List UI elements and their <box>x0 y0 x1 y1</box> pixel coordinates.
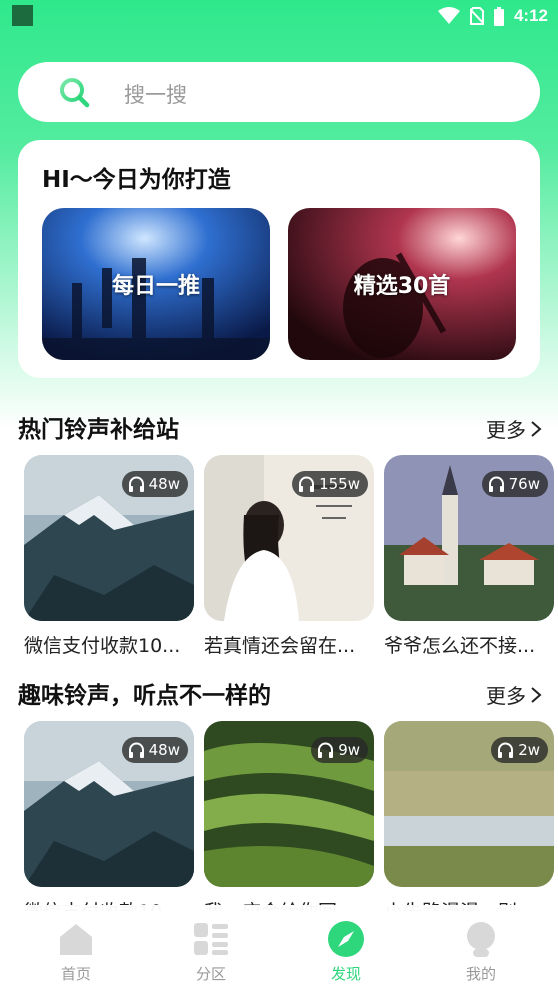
ringtone-card[interactable]: 48w 微信支付收款10... <box>24 455 194 658</box>
play-count: 9w <box>338 741 360 759</box>
more-link-hot[interactable]: 更多 <box>486 414 542 443</box>
headphones-icon <box>318 742 334 758</box>
headphones-icon <box>488 476 504 492</box>
ringtone-card[interactable]: 2w 小朱路漫漫，别... <box>384 721 554 911</box>
more-label: 更多 <box>486 684 526 708</box>
fun-ringtone-row: 48w 微信支付收款10... 9w 我，应会给你回... <box>24 721 558 911</box>
headphones-icon <box>128 742 144 758</box>
selected-30-label: 精选30首 <box>353 274 451 299</box>
headphones-icon <box>299 476 315 492</box>
home-icon <box>60 924 92 955</box>
nav-category[interactable]: 分区 <box>166 919 256 984</box>
search-input[interactable]: 搜一搜 <box>18 62 540 122</box>
play-count: 48w <box>148 741 180 759</box>
nav-label: 分区 <box>195 965 226 983</box>
play-count: 48w <box>148 475 180 493</box>
search-icon <box>60 78 90 108</box>
more-link-fun[interactable]: 更多 <box>486 680 542 709</box>
play-count: 155w <box>319 475 360 493</box>
chevron-right-icon <box>531 420 542 437</box>
more-label: 更多 <box>486 418 526 442</box>
nav-label: 发现 <box>330 965 361 983</box>
category-icon <box>194 923 228 955</box>
ringtone-card[interactable]: 48w 微信支付收款10... <box>24 721 194 911</box>
notification-icon <box>12 5 33 26</box>
nav-home[interactable]: 首页 <box>31 919 121 984</box>
play-count-badge: 48w <box>121 737 188 763</box>
headphones-icon <box>498 742 514 758</box>
daily-pick-label: 每日一推 <box>111 274 200 299</box>
section-title-fun: 趣味铃声，听点不一样的 <box>18 683 271 709</box>
ringtone-name: 微信支付收款10... <box>24 635 181 657</box>
ringtone-name: 若真情还会留在... <box>204 635 356 657</box>
profile-icon <box>467 922 495 957</box>
status-time: 4:12 <box>513 6 548 25</box>
nav-label: 首页 <box>60 965 91 983</box>
play-count: 2w <box>518 741 540 759</box>
no-sim-icon <box>469 7 484 25</box>
search-placeholder: 搜一搜 <box>124 83 187 107</box>
ringtone-card[interactable]: 9w 我，应会给你回... <box>204 721 374 911</box>
daily-title: HI～今日为你打造 <box>42 167 231 193</box>
chevron-right-icon <box>531 686 542 703</box>
selected-30-tile[interactable]: 精选30首 <box>288 208 516 360</box>
play-count-badge: 76w <box>481 471 548 497</box>
nav-label: 我的 <box>465 965 496 983</box>
battery-icon <box>493 6 504 26</box>
play-count-badge: 9w <box>311 737 368 763</box>
status-bar: 4:12 <box>0 0 558 32</box>
nav-discover[interactable]: 发现 <box>301 919 391 984</box>
play-count-badge: 155w <box>292 471 368 497</box>
hot-ringtone-row: 48w 微信支付收款10... 155w 若真情还会留在... 76w 爷爷怎么… <box>24 455 558 665</box>
play-count-badge: 2w <box>491 737 548 763</box>
daily-pick-tile[interactable]: 每日一推 <box>42 208 270 360</box>
section-title-hot: 热门铃声补给站 <box>18 417 179 443</box>
ringtone-card[interactable]: 76w 爷爷怎么还不接... <box>384 455 554 658</box>
nav-profile[interactable]: 我的 <box>436 919 526 984</box>
play-count: 76w <box>508 475 540 493</box>
wifi-icon <box>437 7 460 24</box>
daily-recommend-card: HI～今日为你打造 每日一推 精选30首 <box>18 140 540 378</box>
compass-icon <box>328 921 364 957</box>
bottom-navigation: 首页 分区 发现 我的 <box>0 905 558 992</box>
headphones-icon <box>128 476 144 492</box>
ringtone-name: 爷爷怎么还不接... <box>384 635 536 657</box>
play-count-badge: 48w <box>121 471 188 497</box>
ringtone-card[interactable]: 155w 若真情还会留在... <box>204 455 374 658</box>
